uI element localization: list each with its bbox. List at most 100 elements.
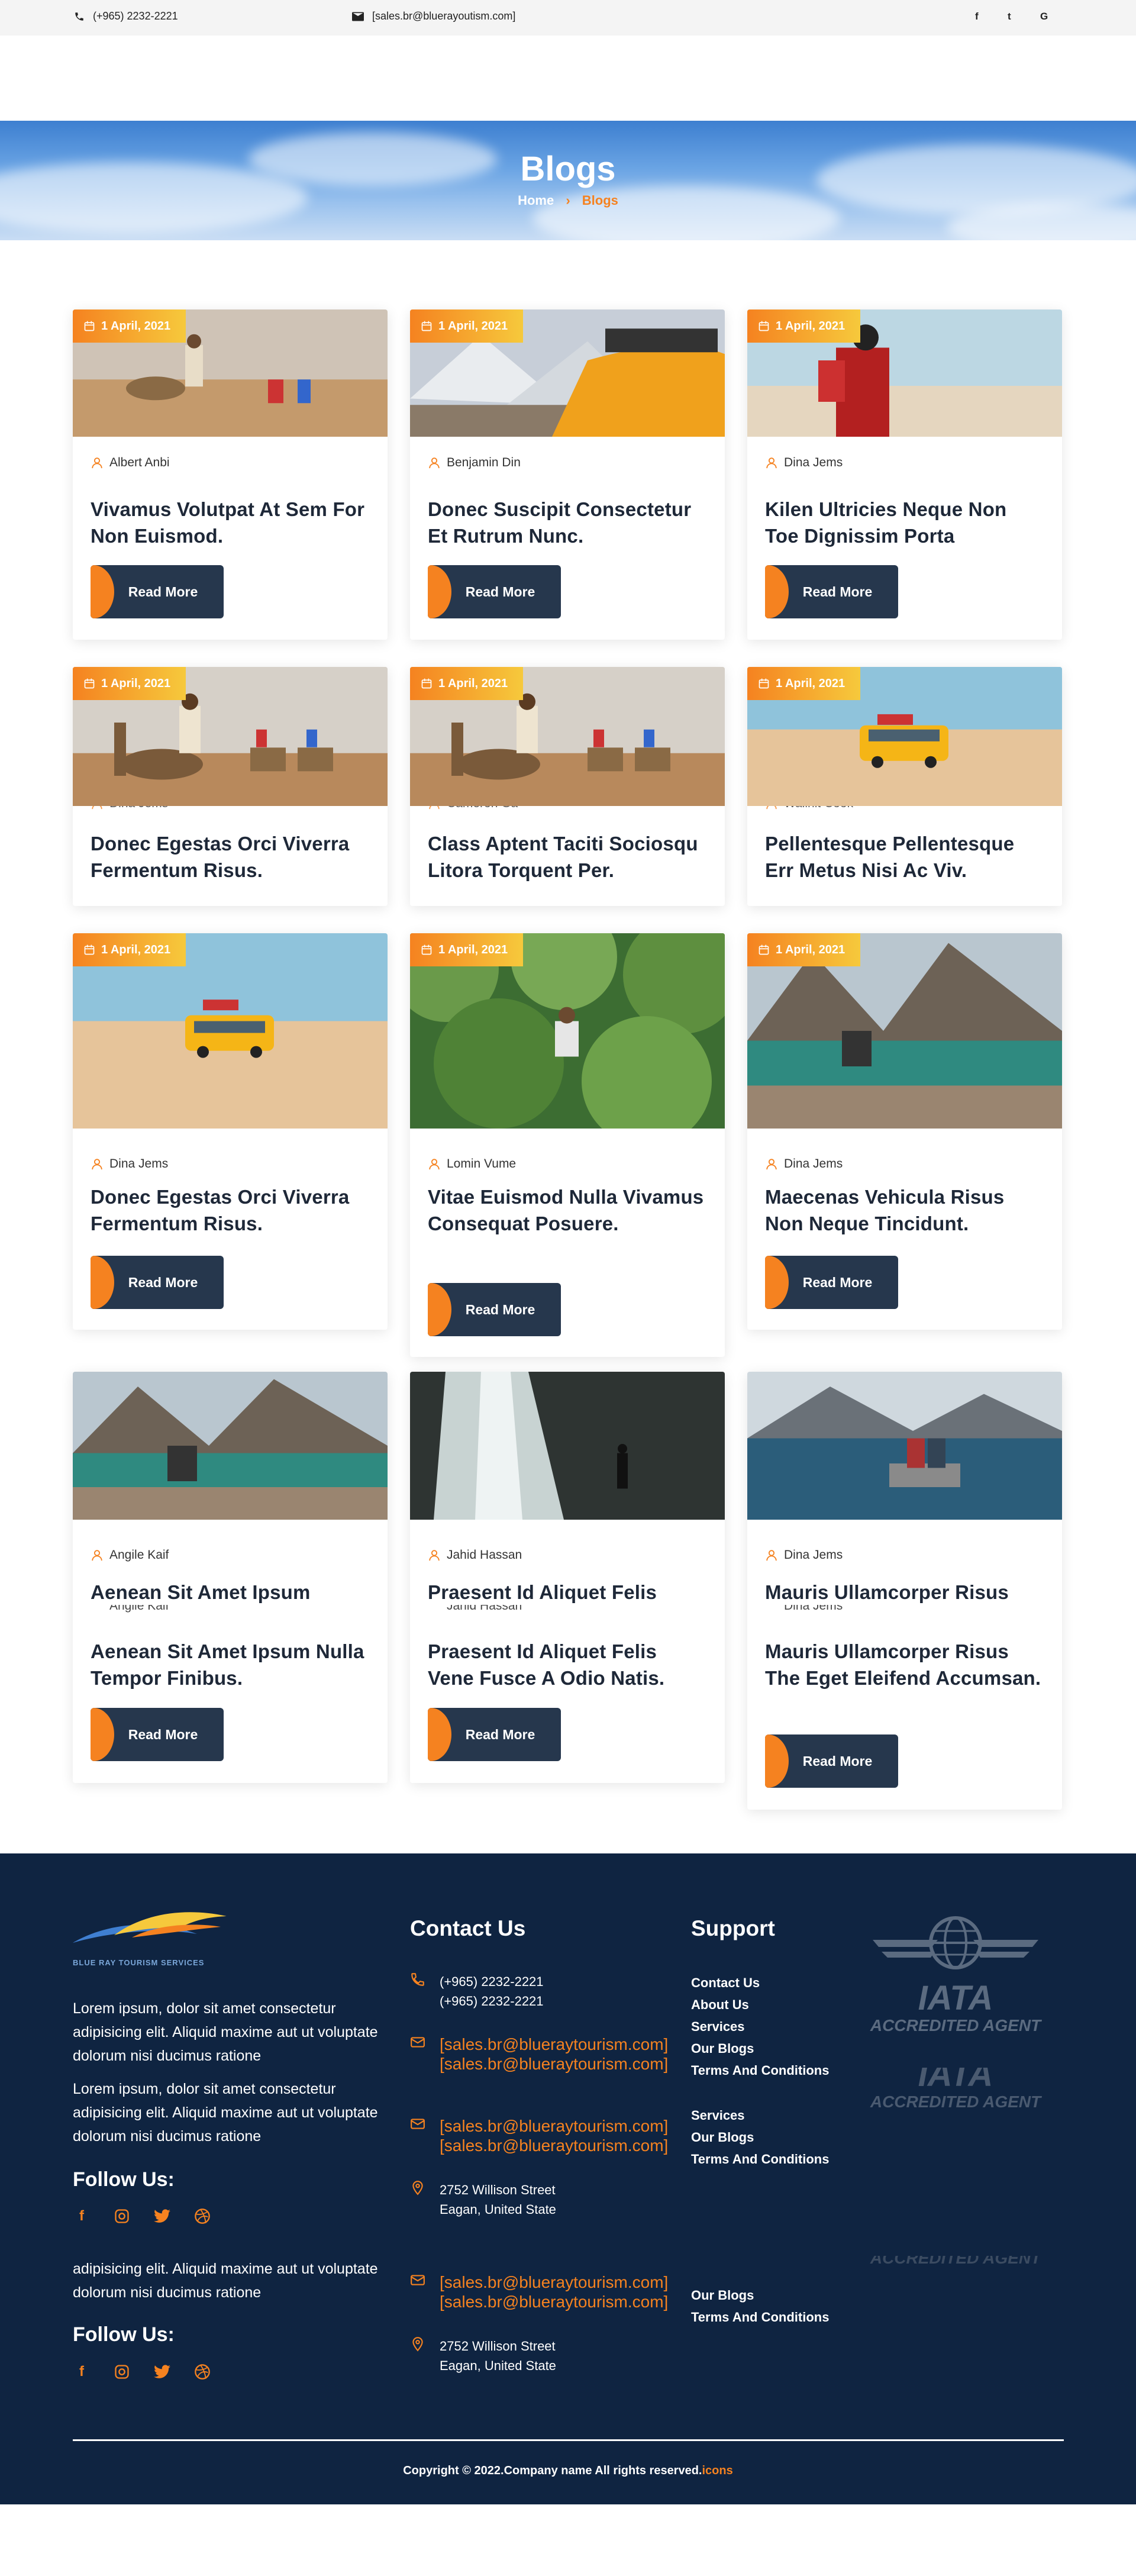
read-more-button[interactable]: Read More xyxy=(428,1708,561,1761)
blog-card-image[interactable] xyxy=(410,1372,725,1520)
iata-badge-dup2: ACCREDITED AGENT xyxy=(858,2256,1053,2277)
twitter-icon[interactable]: t xyxy=(1008,11,1011,22)
blog-card[interactable]: 1 April, 2021Wallnit Cook1 April, 2021Pe… xyxy=(747,667,1062,906)
blog-card-title-top[interactable]: Mauris Ullamcorper Risus xyxy=(765,1579,1043,1605)
blog-card-title[interactable]: Pellentesque Pellentesque Err Metus Nisi… xyxy=(765,830,1043,884)
top-bar: (+965) 2232-2221 [sales.br@bluerayoutism… xyxy=(0,0,1136,36)
footer-phone[interactable]: (+965) 2232-2221 (+965) 2232-2221 xyxy=(410,1972,544,2011)
footer-email-dup[interactable]: [sales.br@blueraytourism.com] [sales.br@… xyxy=(410,2116,668,2155)
instagram-icon[interactable] xyxy=(110,2360,134,2384)
read-more-button[interactable]: Read More xyxy=(765,1256,898,1309)
blog-card[interactable]: 1 April, 2021Dina Jems1 April, 2021Donec… xyxy=(73,667,388,906)
date-badge: 1 April, 2021 xyxy=(73,309,186,343)
date-text: 1 April, 2021 xyxy=(776,676,845,690)
copyright-link[interactable]: icons xyxy=(702,2464,733,2477)
blog-card-title[interactable]: Mauris Ullamcorper Risus The Eget Eleife… xyxy=(765,1638,1043,1691)
facebook-icon[interactable]: f xyxy=(70,2360,93,2384)
blog-card-title[interactable]: Donec Suscipit Consectetur Et Rutrum Nun… xyxy=(428,496,706,549)
blog-card-title[interactable]: Donec Egestas Orci Viverra Fermentum Ris… xyxy=(91,830,369,884)
google-icon[interactable]: G xyxy=(1040,11,1048,22)
author: Dina Jems xyxy=(765,1548,843,1562)
date-text: 1 April, 2021 xyxy=(438,676,508,690)
date-text: 1 April, 2021 xyxy=(101,943,171,956)
read-more-button[interactable]: Read More xyxy=(91,1708,224,1761)
footer-follow-heading-dup: Follow Us: xyxy=(73,2323,175,2346)
map-pin-icon xyxy=(412,2337,423,2352)
read-more-label: Read More xyxy=(802,1274,873,1290)
blog-card-title[interactable]: Donec Egestas Orci Viverra Fermentum Ris… xyxy=(91,1184,369,1237)
blog-card-title[interactable]: Vitae Euismod Nulla Vivamus Consequat Po… xyxy=(428,1184,706,1237)
footer-link-blogs-dup2[interactable]: Our Blogs xyxy=(691,2284,829,2306)
footer-link-blogs-dup[interactable]: Our Blogs xyxy=(691,2126,829,2148)
twitter-icon[interactable] xyxy=(150,2204,174,2228)
blog-card-title-top[interactable]: Praesent Id Aliquet Felis xyxy=(428,1579,706,1605)
footer-address-1: 2752 Willison Street xyxy=(440,2182,556,2197)
blog-card[interactable]: Jahid Hassan Praesent Id Aliquet Felis Jah… xyxy=(410,1372,725,1783)
footer-link-terms-dup2[interactable]: Terms And Conditions xyxy=(691,2306,829,2328)
read-more-button[interactable]: Read More xyxy=(765,1734,898,1788)
author-name-dup: Jahid Hassan xyxy=(447,1605,522,1613)
blog-card-image[interactable] xyxy=(73,1372,388,1520)
author: Albert Anbi xyxy=(91,456,170,470)
blog-card[interactable]: 1 April, 2021 Dina Jems Kilen Ultricies Ne… xyxy=(747,309,1062,640)
footer-email-2: [sales.br@blueraytourism.com] xyxy=(440,2055,669,2073)
footer-link-contact[interactable]: Contact Us xyxy=(691,1972,829,1994)
topbar-phone[interactable]: (+965) 2232-2221 xyxy=(74,10,178,22)
footer-link-terms-dup[interactable]: Terms And Conditions xyxy=(691,2148,829,2170)
author: Lomin Vume xyxy=(428,1157,516,1171)
iata-subtitle-dup2: ACCREDITED AGENT xyxy=(870,2256,1041,2267)
author-dup: Dina Jems xyxy=(765,1605,843,1613)
footer-link-blogs[interactable]: Our Blogs xyxy=(691,2037,829,2059)
blog-card[interactable]: 1 April, 2021 Dina Jems Maecenas Vehicula … xyxy=(747,933,1062,1330)
author: Benjamin Din xyxy=(428,456,521,470)
footer-email[interactable]: [sales.br@blueraytourism.com] [sales.br@… xyxy=(410,2035,668,2074)
user-icon xyxy=(92,457,102,469)
blog-card[interactable]: 1 April, 2021Cameron Ga1 April, 2021Clas… xyxy=(410,667,725,906)
instagram-icon[interactable] xyxy=(110,2204,134,2228)
dribbble-icon[interactable] xyxy=(191,2360,214,2384)
map-pin-icon xyxy=(412,2181,423,2195)
blog-card[interactable]: 1 April, 2021 Benjamin Din Donec Suscipit … xyxy=(410,309,725,640)
read-more-button[interactable]: Read More xyxy=(765,565,898,618)
footer-email-dup2[interactable]: [sales.br@blueraytourism.com] [sales.br@… xyxy=(410,2272,668,2311)
read-more-button[interactable]: Read More xyxy=(91,1256,224,1309)
blog-card[interactable]: Angile Kaif Aenean Sit Amet Ipsum Angile K… xyxy=(73,1372,388,1783)
footer-link-about[interactable]: About Us xyxy=(691,1994,829,2016)
blog-card-title[interactable]: Aenean Sit Amet Ipsum Nulla Tempor Finib… xyxy=(91,1638,369,1691)
breadcrumb-current: Blogs xyxy=(582,193,618,208)
blog-card-title[interactable]: Maecenas Vehicula Risus Non Neque Tincid… xyxy=(765,1184,1043,1237)
footer-link-terms[interactable]: Terms And Conditions xyxy=(691,2059,829,2081)
blog-card[interactable]: Dina Jems Mauris Ullamcorper Risus Dina Je… xyxy=(747,1372,1062,1810)
facebook-icon[interactable]: f xyxy=(70,2204,93,2228)
blog-card-title[interactable]: Kilen Ultricies Neque Non Toe Dignissim … xyxy=(765,496,1043,549)
blog-card[interactable]: 1 April, 2021 Lomin Vume Vitae Euismod Nul… xyxy=(410,933,725,1357)
author: Dina Jems xyxy=(91,1157,168,1171)
page-hero: Blogs Home › Blogs xyxy=(0,121,1136,240)
user-icon xyxy=(92,1550,102,1561)
footer-link-services[interactable]: Services xyxy=(691,2016,829,2037)
blog-card[interactable]: 1 April, 2021 Albert Anbi Vivamus Volutpat… xyxy=(73,309,388,640)
dribbble-icon[interactable] xyxy=(191,2204,214,2228)
footer-email-2-dup: [sales.br@blueraytourism.com] xyxy=(440,2136,669,2155)
blog-card-title[interactable]: Vivamus Volutpat At Sem For Non Euismod. xyxy=(91,496,369,549)
facebook-icon[interactable]: f xyxy=(975,11,979,22)
breadcrumb-home[interactable]: Home xyxy=(518,193,554,208)
iata-globe-icon xyxy=(873,1916,1038,1969)
blog-card-title-top[interactable]: Aenean Sit Amet Ipsum xyxy=(91,1579,369,1605)
read-more-button[interactable]: Read More xyxy=(428,565,561,618)
read-more-button[interactable]: Read More xyxy=(91,565,224,618)
calendar-icon xyxy=(84,944,95,955)
twitter-icon[interactable] xyxy=(150,2360,174,2384)
footer-about-text: Lorem ipsum, dolor sit amet consectetur … xyxy=(73,2000,378,2064)
footer-logo[interactable]: BLUE RAY TOURISM SERVICES xyxy=(73,1910,244,1969)
footer-phone-2: (+965) 2232-2221 xyxy=(440,1994,544,2008)
blog-card-title[interactable]: Praesent Id Aliquet Felis Vene Fusce A O… xyxy=(428,1638,706,1691)
footer-link-services-dup[interactable]: Services xyxy=(691,2104,829,2126)
blog-card-title[interactable]: Class Aptent Taciti Sociosqu Litora Torq… xyxy=(428,830,706,884)
footer-copyright: Copyright © 2022.Company name All rights… xyxy=(0,2464,1136,2478)
author-name: Dina Jems xyxy=(784,1157,843,1171)
read-more-button[interactable]: Read More xyxy=(428,1283,561,1336)
blog-card[interactable]: 1 April, 2021 Dina Jems Donec Egestas Orci… xyxy=(73,933,388,1330)
blog-card-image[interactable] xyxy=(747,1372,1062,1520)
topbar-email[interactable]: [sales.br@bluerayoutism.com] xyxy=(352,10,515,22)
